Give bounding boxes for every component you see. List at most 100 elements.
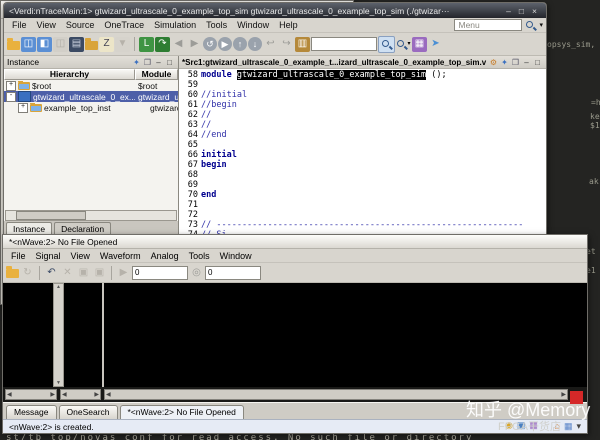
float-icon[interactable]: ❐ — [510, 58, 521, 67]
forward-icon[interactable]: ▶ — [187, 37, 202, 52]
open-fsdb-icon[interactable] — [6, 269, 19, 278]
tab-nwave-2-no-file-opened[interactable]: *<nWave:2> No File Opened — [120, 405, 244, 419]
menu-item-tools[interactable]: Tools — [184, 251, 215, 261]
float-icon[interactable]: ❐ — [142, 58, 153, 67]
minimize-panel-icon[interactable]: – — [521, 58, 532, 67]
pin-icon[interactable]: ✦ — [499, 58, 510, 67]
copy-icon[interactable]: ▣ — [76, 265, 91, 280]
pin-icon[interactable]: ✦ — [131, 58, 142, 67]
search-stamp-icon[interactable]: ◎ — [189, 265, 204, 280]
undo-icon[interactable]: ↶ — [44, 265, 59, 280]
cursor-time-input[interactable] — [132, 266, 188, 280]
close-button[interactable]: × — [528, 6, 541, 16]
names-hscrollbar[interactable]: ◀▶ — [5, 389, 57, 400]
nwave-window-icon[interactable]: ◫ — [21, 37, 36, 52]
back-icon[interactable]: ◀ — [171, 37, 186, 52]
nschema-icon[interactable]: ▤ — [69, 37, 84, 52]
hierarchy-row-example-top-inst[interactable]: +example_top_instgtwizard_ultrasc — [4, 102, 178, 113]
paste-icon[interactable]: ▣ — [92, 265, 107, 280]
source-line: 58module gtwizard_ultrascale_0_example_t… — [179, 70, 546, 80]
menu-item-simulation[interactable]: Simulation — [149, 20, 201, 30]
layout-arrow-icon[interactable]: ▾ — [576, 422, 581, 431]
signal-value-panel[interactable] — [64, 283, 102, 387]
signal-name-panel[interactable] — [3, 283, 53, 387]
values-hscrollbar[interactable]: ◀▶ — [60, 389, 101, 400]
instance-panel-title: Instance — [7, 57, 130, 67]
expander-icon[interactable]: + — [6, 81, 16, 91]
menu-item-analog[interactable]: Analog — [146, 251, 184, 261]
source-line: 69 — [179, 180, 546, 190]
maximize-panel-icon[interactable]: □ — [164, 58, 175, 67]
waveform-canvas[interactable] — [102, 283, 587, 387]
nwave-titlebar[interactable]: *<nWave:2> No File Opened — [3, 235, 587, 249]
detach-window-icon[interactable]: ◫ — [53, 37, 68, 52]
tab-message[interactable]: Message — [6, 405, 57, 419]
maximize-button[interactable]: □ — [515, 6, 528, 16]
menu-magnifier-icon[interactable] — [525, 20, 536, 31]
hierarchy-row-root[interactable]: +$root$root — [4, 80, 178, 91]
search-go-icon[interactable] — [378, 36, 395, 53]
reload-design-icon[interactable]: ↷ — [155, 37, 170, 52]
search-time-input[interactable] — [205, 266, 261, 280]
instance-hscrollbar[interactable] — [5, 210, 177, 221]
down-circle-icon[interactable]: ↓ — [248, 37, 262, 51]
trace-load-icon[interactable]: ↪ — [279, 37, 294, 52]
up-circle-icon[interactable]: ↑ — [233, 37, 247, 51]
reload-fsdb-icon[interactable]: ↻ — [20, 265, 35, 280]
folder-icon — [30, 104, 42, 112]
menu-item-signal[interactable]: Signal — [31, 251, 66, 261]
source-panel: *Src1:gtwizard_ultrascale_0_example_t...… — [179, 56, 546, 235]
verdi-menubar: FileViewSourceOneTraceSimulationToolsWin… — [4, 18, 546, 33]
gear-icon[interactable]: ⚙ — [488, 58, 499, 67]
maximize-panel-icon[interactable]: □ — [532, 58, 543, 67]
menu-item-window[interactable]: Window — [215, 251, 257, 261]
menu-item-tools[interactable]: Tools — [201, 20, 232, 30]
column-hierarchy[interactable]: Hierarchy — [4, 69, 135, 80]
menu-item-file[interactable]: File — [7, 20, 32, 30]
play-icon[interactable]: ▶ — [116, 265, 131, 280]
layout-icon[interactable]: ▦ — [564, 422, 573, 431]
play-circle-icon[interactable]: ▶ — [218, 37, 232, 51]
open-session-icon[interactable] — [85, 41, 98, 50]
trace-driver-icon[interactable]: ↩ — [263, 37, 278, 52]
search-text-input[interactable] — [311, 37, 377, 51]
source-code-view[interactable]: 58module gtwizard_ultrascale_0_example_t… — [179, 69, 546, 235]
save-session-icon[interactable]: ▼ — [115, 37, 130, 52]
menu-item-file[interactable]: File — [6, 251, 31, 261]
source-line: 72 — [179, 210, 546, 220]
scroll-up-icon[interactable]: ▲ — [56, 284, 61, 290]
menu-search-input[interactable] — [454, 19, 522, 31]
grid-purple-icon[interactable]: ▦ — [412, 37, 427, 52]
column-module[interactable]: Module — [135, 69, 178, 80]
menu-item-view[interactable]: View — [32, 20, 61, 30]
menu-item-view[interactable]: View — [66, 251, 95, 261]
module-label: $root — [135, 81, 178, 91]
menu-item-source[interactable]: Source — [61, 20, 100, 30]
open-file-icon[interactable] — [7, 41, 20, 50]
ntrace-window-icon[interactable]: ◧ — [37, 37, 52, 52]
search-menu-icon[interactable]: ▾ — [396, 37, 411, 52]
hierarchy-row-gtwizard-ultrascale-0-ex[interactable]: -gtwizard_ultrascale_0_ex...gtwizard_ult… — [4, 91, 178, 102]
source-line: 65 — [179, 140, 546, 150]
annotation-icon[interactable]: ▥ — [295, 37, 310, 52]
menu-item-window[interactable]: Window — [232, 20, 274, 30]
scroll-down-icon[interactable]: ▼ — [56, 380, 61, 386]
verdi-titlebar[interactable]: <Verdi:nTraceMain:1> gtwizard_ultrascale… — [4, 3, 546, 18]
expander-icon[interactable]: - — [6, 92, 16, 102]
menu-item-onetrace[interactable]: OneTrace — [99, 20, 149, 30]
tab-onesearch[interactable]: OneSearch — [59, 405, 118, 419]
restart-circle-icon[interactable]: ↺ — [203, 37, 217, 51]
minimize-button[interactable]: – — [502, 6, 515, 16]
menu-item-waveform[interactable]: Waveform — [95, 251, 146, 261]
expander-icon[interactable]: + — [18, 103, 28, 113]
menu-item-help[interactable]: Help — [274, 20, 303, 30]
menu-magnifier-arrow-icon[interactable]: ▾ — [539, 21, 543, 29]
signal-vscrollbar[interactable]: ▲ ▼ — [53, 283, 64, 387]
send-icon[interactable]: ➤ — [428, 37, 443, 52]
load-design-icon[interactable]: L — [139, 37, 154, 52]
delete-icon[interactable]: ✕ — [60, 265, 75, 280]
hierarchy-label: gtwizard_ultrascale_0_ex... — [33, 92, 135, 102]
terminal-text-fragment: =h — [591, 98, 600, 107]
minimize-panel-icon[interactable]: – — [153, 58, 164, 67]
zoom-tool-icon[interactable]: Z — [99, 37, 114, 52]
